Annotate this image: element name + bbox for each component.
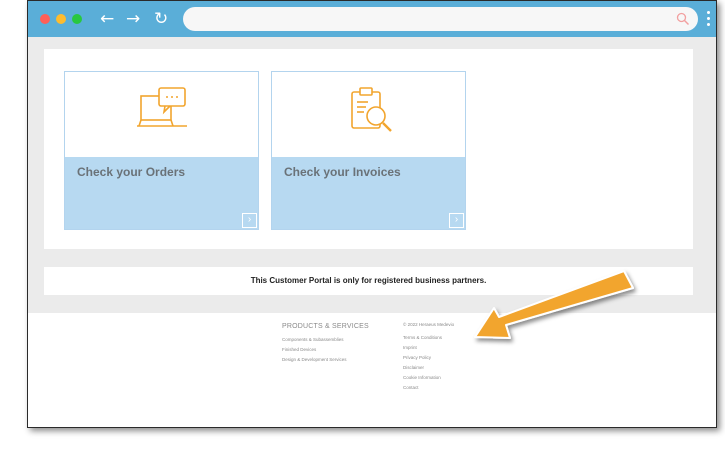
footer-link-design-development[interactable]: Design & Development Services	[282, 355, 369, 365]
back-button[interactable]: ←	[100, 9, 114, 29]
footer-products-heading: PRODUCTS & SERVICES	[282, 323, 369, 330]
address-bar[interactable]	[183, 7, 698, 31]
browser-window: ← → ↻ Check your Orders › Check your Inv…	[27, 0, 717, 428]
tile-check-orders[interactable]: Check your Orders ›	[64, 71, 259, 230]
laptop-chat-icon	[137, 87, 187, 127]
highlight-arrow-icon	[474, 270, 634, 339]
footer-link-disclaimer[interactable]: Disclaimer	[403, 363, 454, 373]
tile-check-invoices[interactable]: Check your Invoices ›	[271, 71, 466, 230]
clipboard-search-icon	[351, 87, 392, 132]
search-icon[interactable]	[676, 12, 690, 26]
chevron-right-icon[interactable]: ›	[449, 213, 464, 228]
close-window-button[interactable]	[40, 14, 50, 24]
footer-products-column: PRODUCTS & SERVICES Components & Subasse…	[282, 323, 369, 365]
footer-link-components[interactable]: Components & Subassemblies	[282, 335, 369, 345]
chevron-right-icon[interactable]: ›	[242, 213, 257, 228]
maximize-window-button[interactable]	[72, 14, 82, 24]
browser-toolbar: ← → ↻	[28, 1, 716, 37]
forward-button[interactable]: →	[126, 9, 140, 29]
minimize-window-button[interactable]	[56, 14, 66, 24]
tile-label: Check your Invoices	[284, 165, 401, 179]
reload-button[interactable]: ↻	[154, 9, 168, 29]
footer-link-cookie[interactable]: Cookie Information	[403, 373, 454, 383]
tiles-panel: Check your Orders › Check your Invoices …	[44, 49, 693, 249]
page-content: Check your Orders › Check your Invoices …	[28, 37, 716, 427]
menu-kebab-icon[interactable]	[707, 11, 710, 27]
footer-link-finished-devices[interactable]: Finished Devices	[282, 345, 369, 355]
footer-link-contact[interactable]: Contact	[403, 383, 454, 393]
tile-label: Check your Orders	[77, 165, 186, 179]
